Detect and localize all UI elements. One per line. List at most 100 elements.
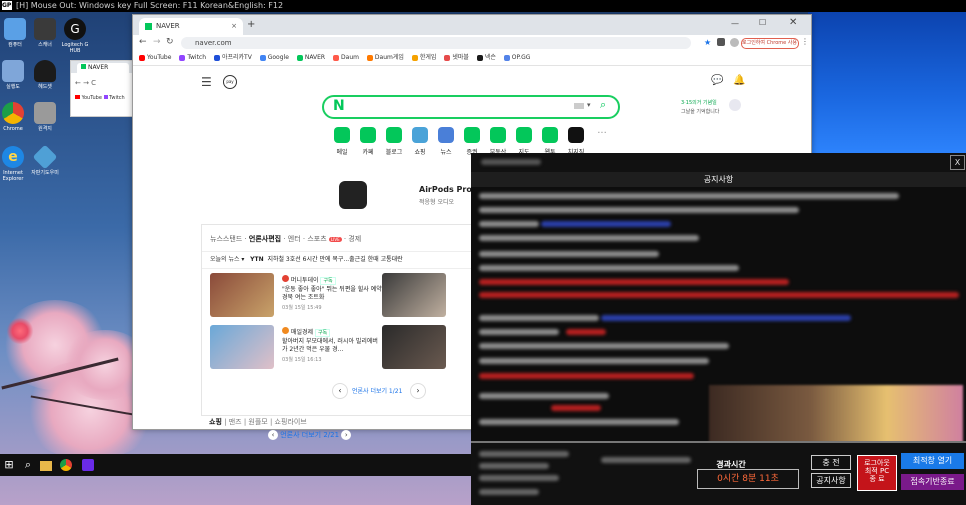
tab-strip: NAVER × + — ☐ ✕ xyxy=(133,15,811,35)
news-thumbnail[interactable] xyxy=(382,273,446,317)
tab-mens[interactable]: 맨즈 xyxy=(229,418,242,426)
chevron-down-icon[interactable]: ▾ xyxy=(587,101,591,109)
end-session-button[interactable]: 접속기반종료 xyxy=(901,474,964,490)
netmarble-icon xyxy=(444,54,451,61)
bookmark-twitch[interactable]: Twitch xyxy=(179,51,206,65)
service-shopping[interactable]: 쇼핑 xyxy=(407,127,433,156)
service-map[interactable]: 지도 xyxy=(511,127,537,156)
extension-icon[interactable] xyxy=(717,38,725,46)
desktop-icon-headset[interactable]: 헤드셋 xyxy=(28,60,62,90)
chrome-taskbar-icon[interactable] xyxy=(60,459,72,471)
service-stock[interactable]: 증권 xyxy=(459,127,485,156)
bookmark-hangame[interactable]: 한게임 xyxy=(411,51,436,65)
ad-title[interactable]: AirPods Pro xyxy=(419,185,472,194)
notification-bell-icon[interactable]: 🔔 xyxy=(733,75,745,86)
bookmark-star-icon[interactable]: ★ xyxy=(704,38,711,47)
notice-button[interactable]: 공지사항 xyxy=(811,473,851,488)
bookmark-afreeca[interactable]: 아프리카TV xyxy=(213,51,252,65)
desktop-icon-run[interactable]: 실행도 xyxy=(0,60,30,90)
close-window-icon[interactable]: ✕ xyxy=(789,17,797,28)
bookmark-naver[interactable]: NAVER xyxy=(296,51,325,65)
subscribe-button[interactable]: 구독 xyxy=(314,329,331,337)
naver-logo[interactable]: N xyxy=(333,98,345,114)
logout-button[interactable]: 로그아웃 최적 PC 종 료 xyxy=(857,455,897,491)
service-realestate[interactable]: 부동산 xyxy=(485,127,511,156)
service-cafe[interactable]: 카페 xyxy=(355,127,381,156)
tab-newsstand[interactable]: 뉴스스탠드 xyxy=(210,235,242,243)
news-thumbnail[interactable] xyxy=(210,325,274,369)
maximize-icon[interactable]: ☐ xyxy=(759,18,766,27)
browser-toolbar: ← → ↻ naver.com ★ 로그인하여 Chrome 사용 가능 ⋮ xyxy=(133,35,811,51)
bookmark-netmarble[interactable]: 넷마블 xyxy=(444,51,469,65)
desktop-icon-scanner[interactable]: 스캐너 xyxy=(28,18,62,48)
tab-sports[interactable]: 스포츠 xyxy=(307,235,326,243)
tab-entertain[interactable]: 엔터 xyxy=(288,235,301,243)
app-taskbar-icon[interactable] xyxy=(82,459,94,471)
news-thumbnail[interactable] xyxy=(210,273,274,317)
next-icon[interactable]: › xyxy=(341,430,352,440)
desktop-icon-logitech[interactable]: G Logitech G HUB xyxy=(58,18,92,54)
reload-icon[interactable]: ↻ xyxy=(166,37,174,47)
bookmark-google[interactable]: Google xyxy=(259,51,289,65)
keyboard-icon[interactable] xyxy=(574,103,584,109)
service-blog[interactable]: 블로그 xyxy=(381,127,407,156)
news-thumbnail[interactable] xyxy=(382,325,446,369)
search-icon[interactable]: ⌕ xyxy=(600,98,606,112)
tab-economy[interactable]: 경제 xyxy=(348,235,361,243)
bookmark-opgg[interactable]: OP.GG xyxy=(503,51,530,65)
back-icon[interactable]: ← xyxy=(139,37,147,47)
bookmark-youtube[interactable]: YouTube xyxy=(139,51,171,65)
search-icon[interactable]: ⌕ xyxy=(20,457,36,473)
notice-banner-image[interactable] xyxy=(709,385,963,443)
browser-window-background[interactable]: NAVER ← → C YouTube Twitch xyxy=(70,60,136,117)
computer-icon xyxy=(4,18,26,40)
tab-oneplus[interactable]: 원플모 xyxy=(248,418,267,426)
subscribe-button[interactable]: 구독 xyxy=(320,277,336,285)
file-explorer-icon[interactable] xyxy=(40,461,52,471)
tab-naver[interactable]: NAVER × xyxy=(139,18,243,35)
prev-icon[interactable]: ‹ xyxy=(268,430,278,440)
close-button[interactable]: X xyxy=(950,155,965,170)
news-ticker[interactable]: 오늘의 뉴스 ▾ YTN 지하철 3호선 6시간 만에 복구...출근길 한때 … xyxy=(202,251,472,269)
new-tab-button[interactable]: + xyxy=(247,19,255,30)
close-tab-icon[interactable]: × xyxy=(231,18,237,35)
bookmark-daum[interactable]: Daum xyxy=(333,51,359,65)
prev-page-icon[interactable]: ‹ xyxy=(332,383,348,399)
service-more[interactable]: ··· xyxy=(589,127,615,147)
tab-shopping[interactable]: 쇼핑 xyxy=(209,418,222,426)
petal-decoration xyxy=(6,318,34,344)
bookmark-daumgame[interactable]: Daum게임 xyxy=(366,51,404,65)
forward-icon[interactable]: → xyxy=(153,37,161,47)
windows-start-icon[interactable]: ⊞ xyxy=(1,457,17,473)
desktop-icon-utility[interactable]: 자판기도우미 xyxy=(28,144,62,176)
next-page-icon[interactable]: › xyxy=(410,383,426,399)
webtoon-icon xyxy=(542,127,558,143)
service-mail[interactable]: 메일 xyxy=(329,127,355,156)
naver-pay-icon[interactable]: pay xyxy=(223,75,237,89)
chat-icon[interactable]: 💬 xyxy=(711,75,723,86)
news-article-1[interactable]: 머니투데이 구독 "운동 좋아 좋아" 뛰는 뒤편을 힐사 예약 경북 여는 조… xyxy=(282,275,382,311)
redacted-line xyxy=(479,393,609,399)
back-tab[interactable]: NAVER xyxy=(77,63,129,73)
address-bar[interactable]: naver.com xyxy=(181,37,691,49)
profile-avatar[interactable] xyxy=(730,38,739,47)
charge-button[interactable]: 충 전 xyxy=(811,455,851,470)
menu-kebab-icon[interactable]: ⋮ xyxy=(801,37,809,46)
news-article-2[interactable]: 매일경제 구독 할아버지 부모대에서, 러시아 빌리에버가 2년간 먹은 우물 … xyxy=(282,327,382,363)
tab-shopping-live[interactable]: 쇼핑라이브 xyxy=(275,418,307,426)
bookmark-nexon[interactable]: 넥슨 xyxy=(476,51,496,65)
open-seat-button[interactable]: 최적창 열기 xyxy=(901,453,964,469)
desktop-icon-ie[interactable]: e Internet Explorer xyxy=(0,146,30,182)
hamburger-menu-icon[interactable]: ☰ xyxy=(201,75,212,89)
minimize-icon[interactable]: — xyxy=(731,19,739,28)
desktop-icon-chrome[interactable]: Chrome xyxy=(0,102,30,132)
airpods-image[interactable] xyxy=(339,181,367,209)
chrome-signin-chip[interactable]: 로그인하여 Chrome 사용 가능 xyxy=(741,38,799,49)
service-webtoon[interactable]: 웹툰 xyxy=(537,127,563,156)
search-box[interactable]: N ▾ ⌕ xyxy=(322,95,620,119)
tab-press-edit[interactable]: 언론사편집 xyxy=(249,235,281,243)
service-chzzk[interactable]: 치지직 xyxy=(563,127,589,156)
desktop-icon-remote[interactable]: 원격지 xyxy=(28,102,62,132)
service-news[interactable]: 뉴스 xyxy=(433,127,459,156)
back-nav-icons[interactable]: ← → C xyxy=(75,79,96,87)
